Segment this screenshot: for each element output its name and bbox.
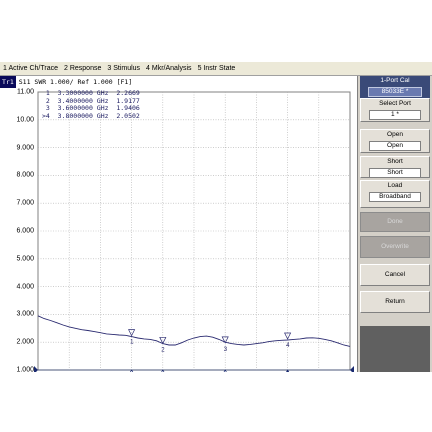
y-tick-label: 2.000	[16, 338, 34, 346]
softkey-value: 1 *	[369, 110, 421, 120]
menu-active-ch-trace[interactable]: 1 Active Ch/Trace	[0, 62, 61, 75]
y-tick-label: 3.000	[16, 310, 34, 318]
y-tick-label: 6.000	[16, 227, 34, 235]
y-tick-label: 9.000	[16, 144, 34, 152]
softkey-label: Done	[387, 218, 403, 225]
marker-2-label: 2	[161, 347, 165, 353]
y-tick-label: 11.00	[17, 88, 34, 96]
y-tick-label: 7.000	[16, 199, 34, 207]
softkey-label: Short	[387, 158, 403, 165]
softkey-label: Select Port	[379, 100, 411, 107]
marker-4-icon	[284, 332, 292, 340]
y-tick-label: 1.000	[16, 366, 34, 374]
softkey-label: Open	[387, 131, 403, 138]
menu-stimulus[interactable]: 3 Stimulus	[104, 62, 143, 75]
softkey-value: Open	[369, 141, 421, 151]
cal-menu-title-label: 1-Port Cal	[380, 77, 410, 84]
softkey-open[interactable]: Open Open	[360, 129, 430, 153]
softkey-select-port[interactable]: Select Port 1 *	[360, 98, 430, 122]
softkey-label: Load	[387, 182, 403, 189]
softkey-panel: 1-Port Cal 85033E * Select Port 1 * Open Op…	[358, 76, 432, 372]
softkey-label: Return	[385, 298, 405, 305]
softkey-short[interactable]: Short Short	[360, 156, 430, 178]
cal-menu-title: 1-Port Cal 85033E *	[360, 76, 430, 100]
softkey-panel-blank	[360, 326, 430, 372]
softkey-return[interactable]: Return	[360, 291, 430, 313]
softkey-value: Short	[369, 168, 421, 178]
y-tick-label: 4.000	[16, 283, 34, 291]
softkey-label: Cancel	[384, 271, 406, 278]
softkey-overwrite: Overwrite	[360, 236, 430, 258]
marker-row: >4 3.8000000 GHz 2.0502	[42, 111, 140, 120]
menu-instr-state[interactable]: 5 Instr State	[195, 62, 239, 75]
softkey-cancel[interactable]: Cancel	[360, 264, 430, 286]
reference-marker-right	[350, 366, 354, 372]
marker-1-label: 1	[130, 340, 134, 346]
softkey-load[interactable]: Load Broadband	[360, 180, 430, 208]
menu-mkr-analysis[interactable]: 4 Mkr/Analysis	[143, 62, 195, 75]
cal-kit-value[interactable]: 85033E *	[368, 87, 422, 97]
y-tick-label: 10.00	[16, 116, 34, 124]
trace-display[interactable]: Tr1 S11 SWR 1.000/ Ref 1.000 [F1] 1234 11…	[0, 76, 358, 374]
analyzer-window: 1 Active Ch/Trace 2 Response 3 Stimulus …	[0, 62, 432, 374]
softkey-value: Broadband	[369, 192, 421, 202]
menu-bar: 1 Active Ch/Trace 2 Response 3 Stimulus …	[0, 62, 432, 76]
swr-plot[interactable]: 1 2 3 4	[0, 76, 357, 372]
y-axis-labels: 11.00 10.00 9.000 8.000 7.000 6.000 5.000 4.000…	[0, 88, 36, 374]
y-tick-label: 5.000	[16, 255, 34, 263]
softkey-label: Overwrite	[381, 243, 409, 250]
marker-table: 1 3.3000000 GHz 2.2669 2 3.4000000 GHz 1…	[42, 89, 140, 120]
menu-response[interactable]: 2 Response	[61, 62, 104, 75]
marker-4-label: 4	[286, 343, 290, 349]
marker-3-label: 3	[224, 347, 228, 353]
softkey-done: Done	[360, 212, 430, 232]
y-tick-label: 8.000	[16, 171, 34, 179]
